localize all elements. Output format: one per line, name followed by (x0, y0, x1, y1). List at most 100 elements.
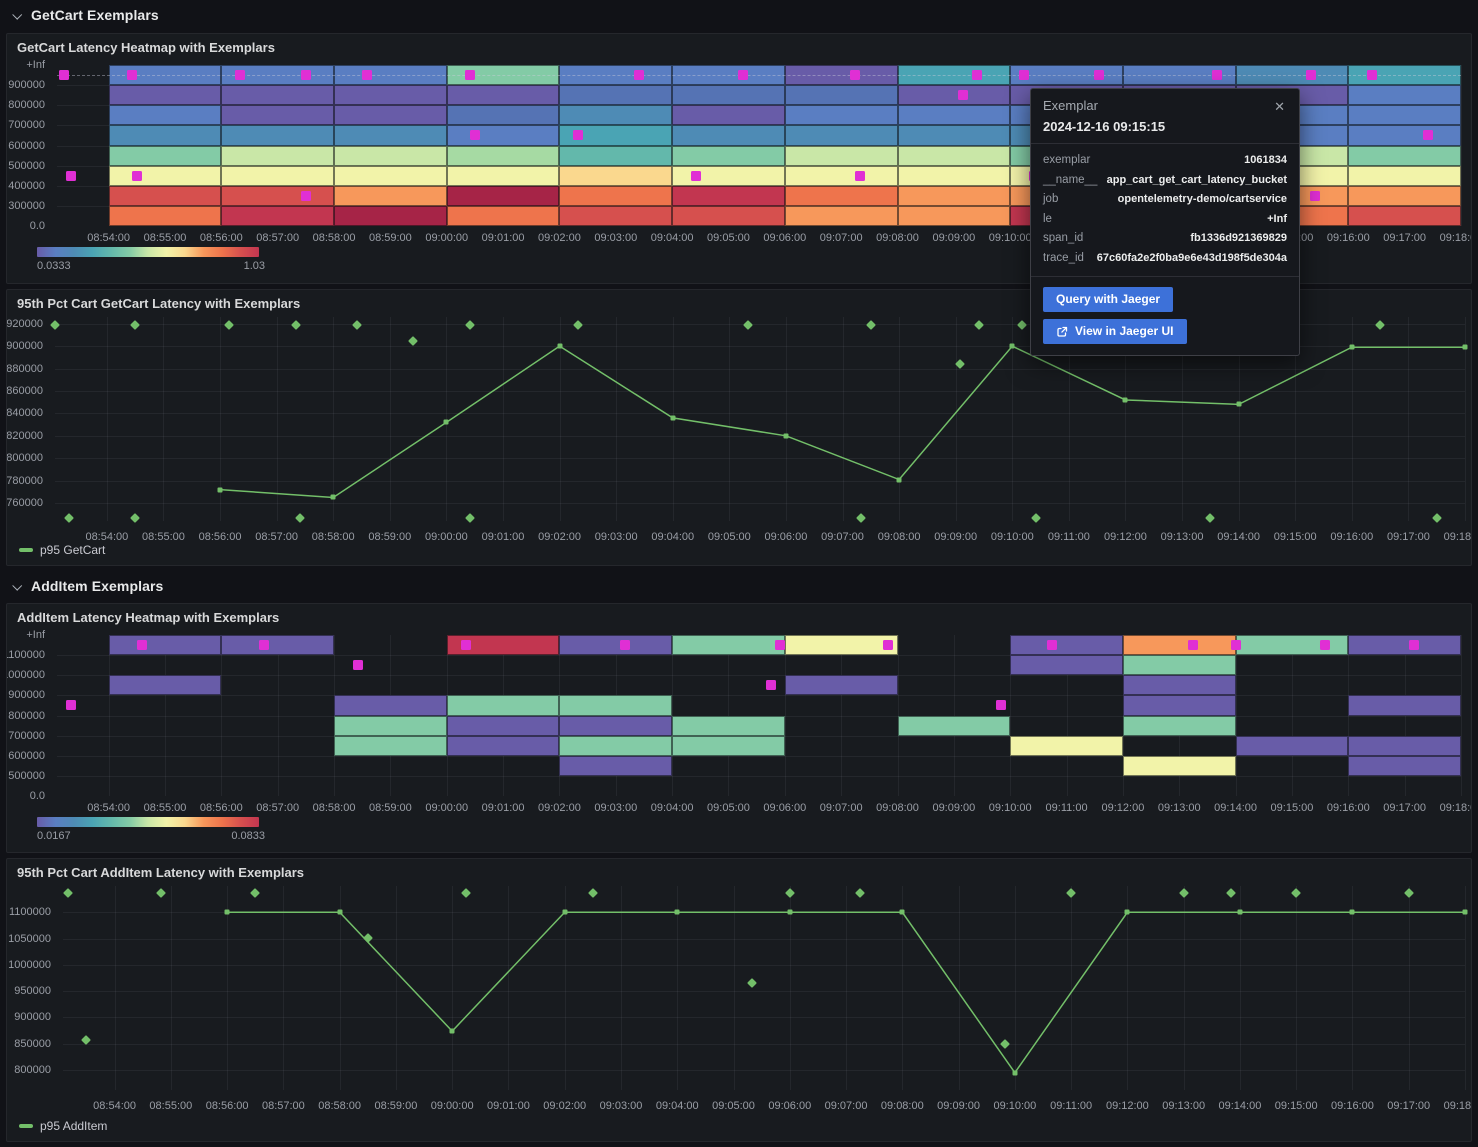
exemplar-marker[interactable] (573, 130, 583, 140)
exemplar-marker[interactable] (66, 171, 76, 181)
x-tick-label: 09:03:00 (595, 531, 638, 543)
tooltip-field-row: le+Inf (1043, 210, 1287, 230)
y-tick-label: 1050000 (8, 933, 51, 945)
exemplar-marker[interactable] (1212, 70, 1222, 80)
heatmap-cell (1236, 635, 1349, 655)
heatmap-cell (221, 85, 334, 105)
exemplar-marker[interactable] (883, 640, 893, 650)
heatmap-cell (221, 166, 334, 186)
exemplar-marker[interactable] (235, 70, 245, 80)
exemplar-marker[interactable] (850, 70, 860, 80)
exemplar-marker[interactable] (1409, 640, 1419, 650)
heatmap-cell (898, 85, 1011, 105)
legend-item-p95-getcart[interactable]: p95 GetCart (19, 543, 105, 557)
heatmap-cell (1348, 125, 1461, 145)
query-with-jaeger-button[interactable]: Query with Jaeger (1043, 287, 1173, 312)
exemplar-marker[interactable] (620, 640, 630, 650)
exemplar-marker[interactable] (301, 70, 311, 80)
exemplar-marker[interactable] (362, 70, 372, 80)
exemplar-marker[interactable] (259, 640, 269, 650)
exemplar-marker[interactable] (301, 191, 311, 201)
exemplar-marker[interactable] (1231, 640, 1241, 650)
exemplar-marker[interactable] (353, 660, 363, 670)
series-line (63, 886, 1465, 1090)
x-tick-label: 09:12:00 (1101, 802, 1144, 814)
x-tick-label: 09:15:00 (1275, 1100, 1318, 1112)
x-tick-label: 09:01:00 (482, 802, 525, 814)
panel-title-getcart-p95[interactable]: 95th Pct Cart GetCart Latency with Exemp… (17, 296, 300, 311)
heatmap-cell (785, 125, 898, 145)
exemplar-marker[interactable] (691, 171, 701, 181)
x-tick-label: 09:14:00 (1214, 802, 1257, 814)
exemplar-marker[interactable] (1047, 640, 1057, 650)
y-tick-label: 800000 (14, 1064, 51, 1076)
y-tick-label: 840000 (6, 407, 43, 419)
heatmap-cell (334, 736, 447, 756)
exemplar-marker[interactable] (958, 90, 968, 100)
exemplar-marker[interactable] (137, 640, 147, 650)
panel-title-additem-p95[interactable]: 95th Pct Cart AddItem Latency with Exemp… (17, 865, 304, 880)
exemplar-marker[interactable] (766, 680, 776, 690)
heatmap-cell (447, 736, 560, 756)
exemplar-marker[interactable] (1367, 70, 1377, 80)
section-header-additem[interactable]: AddItem Exemplars (0, 571, 1478, 601)
panel-title-additem-heatmap[interactable]: AddItem Latency Heatmap with Exemplars (17, 610, 279, 625)
data-point (331, 495, 336, 500)
panel-title-getcart-heatmap[interactable]: GetCart Latency Heatmap with Exemplars (17, 40, 275, 55)
data-point (557, 344, 562, 349)
heatmap-cell (334, 206, 447, 226)
x-tick-label: 09:08:00 (878, 531, 921, 543)
legend-item-p95-additem[interactable]: p95 AddItem (19, 1119, 107, 1133)
x-tick-label: 09:18:00 (1444, 1100, 1472, 1112)
exemplar-marker[interactable] (1306, 70, 1316, 80)
data-point (444, 420, 449, 425)
heatmap-cell (1010, 736, 1123, 756)
heatmap-cell (1236, 736, 1349, 756)
exemplar-marker[interactable] (1320, 640, 1330, 650)
exemplar-marker[interactable] (738, 70, 748, 80)
section-title-additem: AddItem Exemplars (31, 578, 163, 594)
exemplar-marker[interactable] (775, 640, 785, 650)
exemplar-marker[interactable] (465, 70, 475, 80)
exemplar-marker[interactable] (66, 700, 76, 710)
tooltip-field-value: app_cart_get_cart_latency_bucket (1107, 171, 1287, 191)
section-header-getcart[interactable]: GetCart Exemplars (0, 0, 1478, 30)
x-axis: 08:54:0008:55:0008:56:0008:57:0008:58:00… (55, 530, 1465, 544)
exemplar-marker[interactable] (1188, 640, 1198, 650)
exemplar-marker[interactable] (132, 171, 142, 181)
exemplar-marker[interactable] (1019, 70, 1029, 80)
heatmap-cell (221, 206, 334, 226)
view-in-jaeger-button[interactable]: View in Jaeger UI (1043, 319, 1187, 344)
tooltip-field-value: fb1336d921369829 (1190, 229, 1287, 249)
exemplar-marker[interactable] (470, 130, 480, 140)
exemplar-marker[interactable] (996, 700, 1006, 710)
exemplar-marker[interactable] (59, 70, 69, 80)
exemplar-marker[interactable] (1423, 130, 1433, 140)
exemplar-marker[interactable] (634, 70, 644, 80)
exemplar-marker[interactable] (461, 640, 471, 650)
color-scale-max: 1.03 (244, 260, 265, 272)
heatmap-cell (447, 125, 560, 145)
heatmap-cell (898, 125, 1011, 145)
x-tick-label: 09:02:00 (543, 1100, 586, 1112)
exemplar-marker[interactable] (1310, 191, 1320, 201)
data-point (1010, 344, 1015, 349)
exemplar-marker[interactable] (127, 70, 137, 80)
tooltip-field-value: +Inf (1267, 210, 1287, 230)
exemplar-marker[interactable] (1094, 70, 1104, 80)
x-tick-label: 09:05:00 (707, 232, 750, 244)
heatmap-cell (785, 635, 898, 655)
exemplar-tooltip: Exemplar ✕ 2024-12-16 09:15:15 exemplar1… (1030, 88, 1300, 356)
heatmap-cell (1348, 206, 1461, 226)
x-tick-label: 08:59:00 (374, 1100, 417, 1112)
exemplar-marker[interactable] (855, 171, 865, 181)
heatmap-cell (672, 166, 785, 186)
x-tick-label: 09:18:00 (1444, 531, 1472, 543)
heatmap-cell (334, 125, 447, 145)
gridline (1461, 65, 1462, 226)
exemplar-marker[interactable] (972, 70, 982, 80)
tooltip-title: Exemplar (1043, 98, 1098, 113)
y-tick-label: 780000 (6, 475, 43, 487)
heatmap-cell (559, 105, 672, 125)
close-icon[interactable]: ✕ (1270, 98, 1289, 115)
